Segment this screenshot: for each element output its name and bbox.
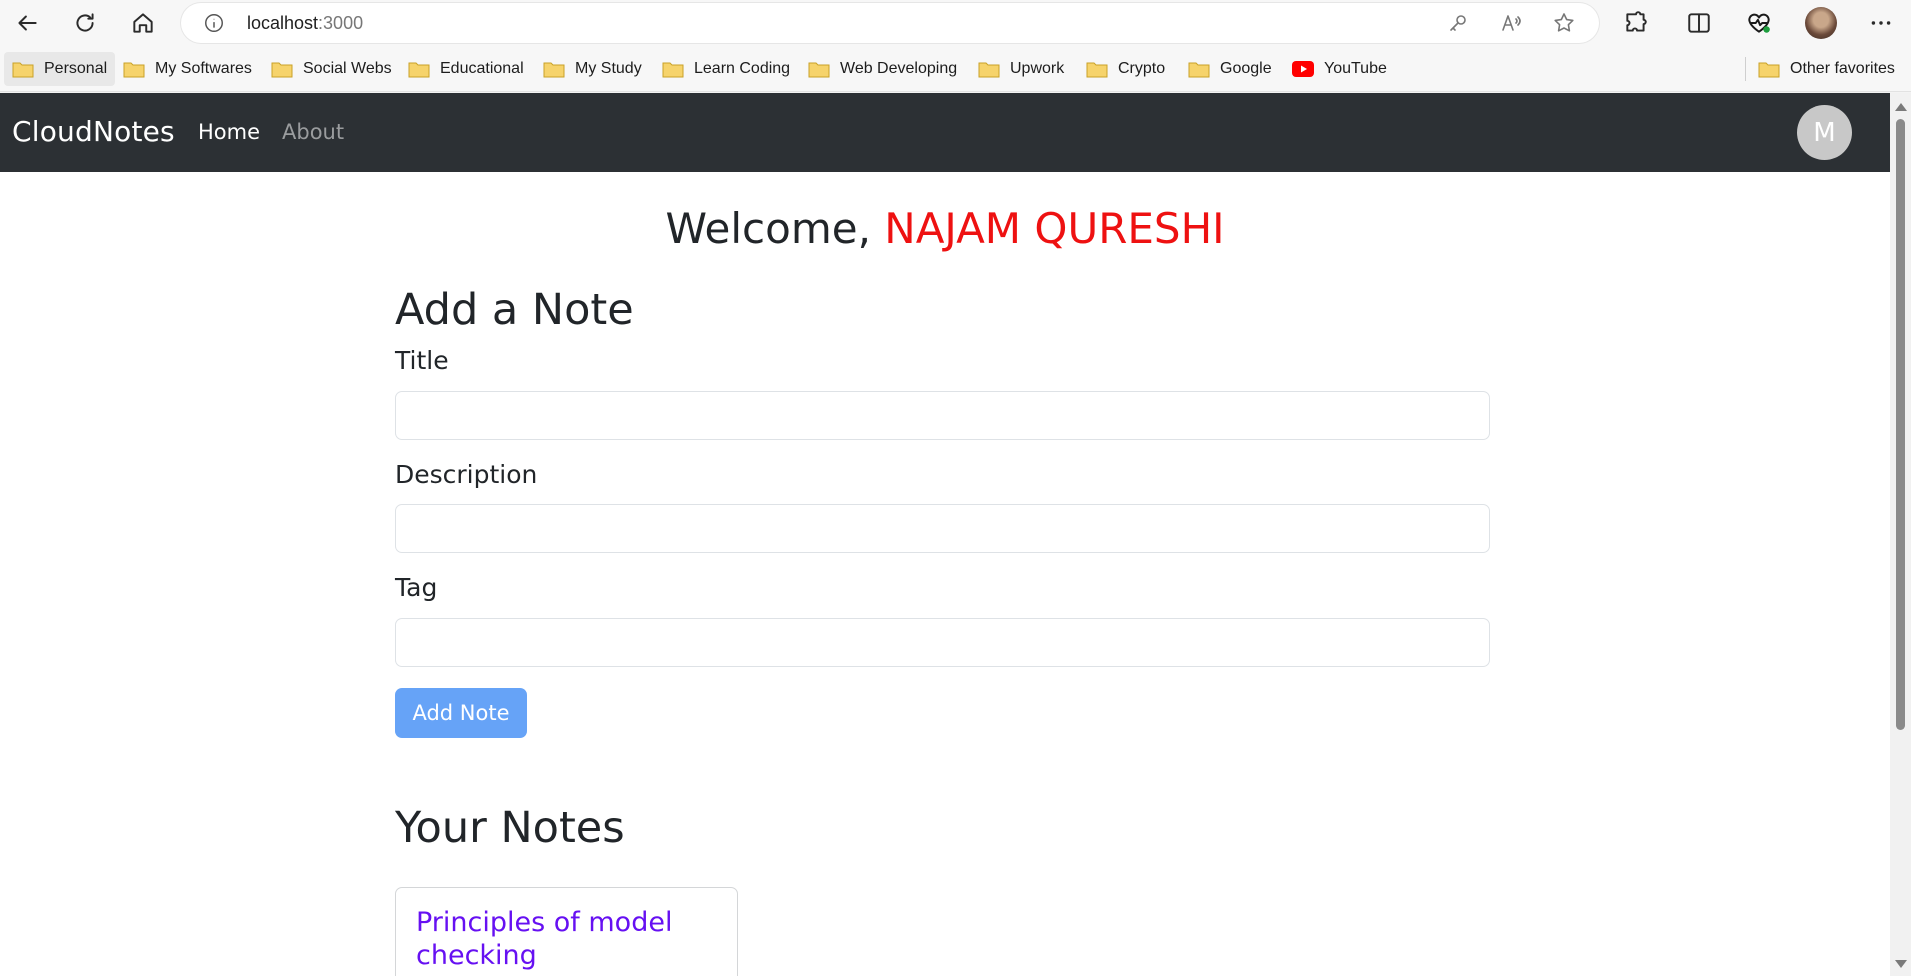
bookmark-label: Google <box>1220 60 1272 77</box>
tag-label: Tag <box>395 573 438 602</box>
bookmark-label: Personal <box>44 60 108 77</box>
read-aloud-icon[interactable] <box>1499 11 1525 37</box>
your-notes-heading: Your Notes <box>395 803 625 853</box>
bookmark-educational[interactable]: Educational <box>400 52 532 86</box>
bookmark-crypto[interactable]: Crypto <box>1078 52 1173 86</box>
add-note-button[interactable]: Add Note <box>395 688 527 738</box>
welcome-prefix: Welcome, <box>665 204 885 253</box>
folder-icon <box>1086 60 1108 78</box>
back-arrow-icon[interactable] <box>8 8 46 38</box>
add-note-heading: Add a Note <box>395 285 634 335</box>
bookmark-personal[interactable]: Personal <box>4 52 116 86</box>
url-host: localhost <box>247 13 319 33</box>
bookmark-label: Upwork <box>1010 60 1065 77</box>
bookmark-my-study[interactable]: My Study <box>535 52 650 86</box>
folder-icon <box>408 60 430 78</box>
url-port: :3000 <box>318 13 364 33</box>
description-input[interactable] <box>395 504 1490 553</box>
key-icon[interactable] <box>1446 11 1472 37</box>
welcome-heading: Welcome, NAJAM QURESHI <box>0 204 1890 253</box>
bookmark-label: My Softwares <box>155 60 252 77</box>
folder-icon <box>1188 60 1210 78</box>
nav-link-about[interactable]: About <box>282 120 344 144</box>
home-icon[interactable] <box>124 8 162 38</box>
bookmark-my-softwares[interactable]: My Softwares <box>115 52 260 86</box>
bookmark-label: Educational <box>440 60 524 77</box>
welcome-user-name: NAJAM QURESHI <box>884 204 1225 253</box>
scroll-up-arrow-icon[interactable] <box>1895 103 1907 111</box>
description-label: Description <box>395 460 538 489</box>
folder-icon <box>808 60 830 78</box>
user-avatar[interactable]: M <box>1797 105 1852 160</box>
bookmark-label: Crypto <box>1118 60 1166 77</box>
address-bar[interactable]: localhost:3000 <box>181 3 1599 43</box>
heart-pulse-icon[interactable] <box>1740 8 1778 38</box>
folder-icon <box>1758 60 1780 78</box>
folder-icon <box>271 60 293 78</box>
folder-icon <box>123 60 145 78</box>
profile-avatar[interactable] <box>1805 7 1837 39</box>
more-icon[interactable] <box>1862 8 1900 38</box>
bookmark-google[interactable]: Google <box>1180 52 1280 86</box>
bookmark-other-favorites[interactable]: Other favorites <box>1750 52 1903 86</box>
bookmarks-divider <box>1745 57 1746 81</box>
app-navbar: CloudNotes Home About M <box>0 93 1890 172</box>
url-text[interactable]: localhost:3000 <box>247 13 363 34</box>
info-icon[interactable] <box>203 12 225 34</box>
tag-input[interactable] <box>395 618 1490 667</box>
scrollbar-thumb[interactable] <box>1896 119 1905 730</box>
title-input[interactable] <box>395 391 1490 440</box>
refresh-icon[interactable] <box>66 8 104 38</box>
folder-icon <box>12 60 34 78</box>
page-scrollbar[interactable] <box>1890 93 1911 976</box>
nav-link-home[interactable]: Home <box>198 120 260 144</box>
bookmark-label: My Study <box>575 60 642 77</box>
folder-icon <box>662 60 684 78</box>
title-label: Title <box>395 346 449 375</box>
bookmark-learn-coding[interactable]: Learn Coding <box>654 52 798 86</box>
page-viewport: CloudNotes Home About M Welcome, NAJAM Q… <box>0 93 1911 976</box>
bookmark-label: Social Webs <box>303 60 392 77</box>
bookmark-web-developing[interactable]: Web Developing <box>800 52 965 86</box>
note-title: Principles of model checking <box>416 907 673 971</box>
note-card: Principles of model checking <box>395 887 738 976</box>
bookmark-label: Web Developing <box>840 60 958 77</box>
browser-toolbar: localhost:3000 <box>0 0 1911 46</box>
folder-icon <box>543 60 565 78</box>
split-screen-icon[interactable] <box>1680 8 1718 38</box>
youtube-icon <box>1292 61 1314 77</box>
scroll-down-arrow-icon[interactable] <box>1895 960 1907 968</box>
bookmark-upwork[interactable]: Upwork <box>970 52 1072 86</box>
bookmark-social-webs[interactable]: Social Webs <box>263 52 400 86</box>
star-icon[interactable] <box>1552 11 1578 37</box>
bookmark-label: YouTube <box>1324 60 1387 77</box>
bookmark-youtube[interactable]: YouTube <box>1284 52 1395 86</box>
folder-icon <box>978 60 1000 78</box>
bookmark-label: Learn Coding <box>694 60 791 77</box>
puzzle-icon[interactable] <box>1617 8 1655 38</box>
bookmark-label: Other favorites <box>1790 60 1895 77</box>
bookmarks-bar: Personal My Softwares Social Webs Educat… <box>0 46 1911 92</box>
navbar-brand[interactable]: CloudNotes <box>12 115 175 148</box>
